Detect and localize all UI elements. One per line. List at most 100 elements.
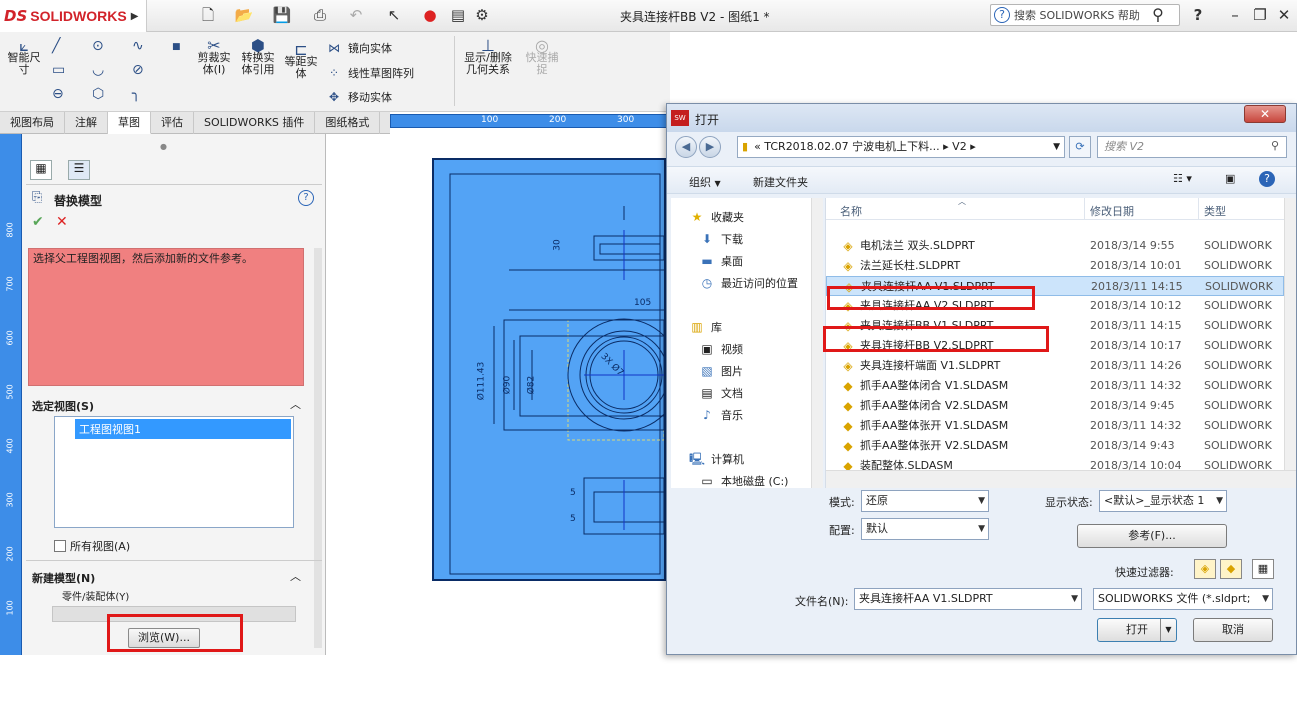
- cancel-x-icon[interactable]: ✕: [56, 214, 68, 230]
- file-list-vscroll[interactable]: [1284, 198, 1296, 470]
- search-icon[interactable]: ⚲: [1148, 5, 1168, 25]
- print-icon[interactable]: ⎙: [310, 5, 330, 25]
- move-entities-button[interactable]: ✥ 移动实体: [326, 89, 392, 105]
- nav-desktop[interactable]: ▬ 桌面: [699, 252, 743, 270]
- chevron-right-icon[interactable]: ▶: [131, 11, 139, 22]
- options-gear-icon[interactable]: ⚙: [472, 5, 492, 25]
- list-item[interactable]: 工程图视图1: [75, 419, 291, 439]
- rectangle-icon[interactable]: ▭: [52, 62, 65, 78]
- nav-local-disk[interactable]: ▭ 本地磁盘 (C:): [699, 472, 788, 490]
- search-icon[interactable]: ⚲: [1271, 139, 1279, 152]
- nav-documents[interactable]: ▤ 文档: [699, 384, 743, 402]
- tab-5[interactable]: 图纸格式: [315, 112, 381, 134]
- rebuild-traffic-light-icon[interactable]: ●: [420, 5, 440, 25]
- undo-icon[interactable]: ↶: [346, 5, 366, 25]
- solidworks-logo[interactable]: DS SOLIDWORKS ▶: [0, 0, 147, 32]
- circle-icon[interactable]: ⊙: [92, 38, 104, 54]
- linear-pattern-button[interactable]: ⁘ 线性草图阵列: [326, 65, 414, 81]
- mirror-entities-button[interactable]: ⋈ 镜向实体: [326, 40, 392, 56]
- file-properties-icon[interactable]: ▤: [448, 5, 468, 25]
- back-arrow-icon[interactable]: ◀: [675, 136, 697, 158]
- chevron-up-icon[interactable]: ︿: [290, 568, 301, 584]
- filter-assemblies-icon[interactable]: ◆: [1220, 559, 1242, 579]
- help-icon[interactable]: ?: [1259, 171, 1275, 187]
- filter-parts-icon[interactable]: ◈: [1194, 559, 1216, 579]
- dimension-90[interactable]: Ø90: [502, 376, 512, 395]
- open-folder-icon[interactable]: 📂: [234, 5, 254, 25]
- open-button[interactable]: 打开 ▼: [1097, 618, 1177, 642]
- filter-drawings-icon[interactable]: ▦: [1252, 559, 1274, 579]
- dialog-search-input[interactable]: 搜索 V2: [1097, 136, 1287, 158]
- display-state-select[interactable]: <默认>_显示状态 1 ▼: [1099, 490, 1227, 512]
- file-row[interactable]: ◆ 抓手AA整体张开 V2.SLDASM 2018/3/14 9:43 SOLIDWO…: [826, 436, 1284, 456]
- file-row[interactable]: ◈ 电机法兰 双头.SLDPRT 2018/3/14 9:55 SOLIDWORK: [826, 236, 1284, 256]
- drawing-sheet[interactable]: 105 30 Ø111.43 Ø90 Ø82 3X Ø7 5 5: [432, 158, 681, 581]
- dimension-30[interactable]: 30: [553, 239, 563, 250]
- chevron-up-icon[interactable]: ︿: [290, 396, 301, 412]
- dimension-5a[interactable]: 5: [570, 488, 576, 498]
- file-row[interactable]: ◆ 抓手AA整体闭合 V1.SLDASM 2018/3/11 14:32 SOLIDW…: [826, 376, 1284, 396]
- close-icon[interactable]: ✕: [1274, 5, 1294, 25]
- select-cursor-icon[interactable]: ↖: [384, 5, 404, 25]
- dimension-5b[interactable]: 5: [570, 514, 576, 524]
- tab-3[interactable]: 评估: [151, 112, 194, 134]
- dialog-close-button[interactable]: ✕: [1244, 105, 1286, 123]
- column-type[interactable]: 类型: [1204, 203, 1226, 219]
- nav-music[interactable]: ♪ 音乐: [699, 406, 743, 424]
- arc-icon[interactable]: ◡: [92, 62, 104, 78]
- file-row[interactable]: ◈ 法兰延长柱.SLDPRT 2018/3/14 10:01 SOLIDWORK: [826, 256, 1284, 276]
- ok-check-icon[interactable]: ✔: [32, 214, 44, 230]
- all-views-checkbox[interactable]: 所有视图(A): [54, 538, 130, 554]
- save-icon[interactable]: 💾: [272, 5, 292, 25]
- file-list-hscroll[interactable]: [826, 470, 1296, 488]
- tab-1[interactable]: 注解: [65, 112, 108, 134]
- nav-libraries[interactable]: ▥ 库: [689, 318, 722, 336]
- config-select[interactable]: 默认 ▼: [861, 518, 989, 540]
- column-date[interactable]: 修改日期: [1090, 203, 1134, 219]
- spline-icon[interactable]: ∿: [132, 38, 144, 54]
- property-manager-tab-icon[interactable]: ☰: [68, 160, 90, 180]
- cancel-button[interactable]: 取消: [1193, 618, 1273, 642]
- column-name[interactable]: 名称: [840, 203, 862, 219]
- nav-favorites[interactable]: ★ 收藏夹: [689, 208, 744, 226]
- new-folder-button[interactable]: 新建文件夹: [753, 174, 808, 190]
- refresh-icon[interactable]: ⟳: [1069, 136, 1091, 158]
- file-row[interactable]: ◆ 抓手AA整体闭合 V2.SLDASM 2018/3/14 9:45 SOLIDWO…: [826, 396, 1284, 416]
- new-document-icon[interactable]: 🗋: [198, 5, 218, 25]
- nav-videos[interactable]: ▣ 视频: [699, 340, 743, 358]
- file-row[interactable]: ◆ 抓手AA整体张开 V1.SLDASM 2018/3/11 14:32 SOLIDW…: [826, 416, 1284, 436]
- feature-manager-tab-icon[interactable]: ▦: [30, 160, 52, 180]
- help-menu-icon[interactable]: ?: [1188, 5, 1208, 25]
- convert-entities-button[interactable]: ⬢ 转换实体引用: [238, 38, 278, 76]
- quick-snaps-button[interactable]: ◎ 快速捕捉: [522, 38, 562, 76]
- offset-entities-button[interactable]: ⊏ 等距实体: [282, 42, 320, 80]
- polygon-icon[interactable]: ⬡: [92, 86, 104, 102]
- chevron-down-icon[interactable]: ▼: [1053, 137, 1060, 157]
- references-button[interactable]: 参考(F)...: [1077, 524, 1227, 548]
- dimension-105[interactable]: 105: [634, 298, 651, 308]
- preview-pane-icon[interactable]: ▣: [1225, 172, 1235, 185]
- tab-0[interactable]: 视图布局: [0, 112, 65, 134]
- nav-downloads[interactable]: ⬇ 下载: [699, 230, 743, 248]
- address-bar[interactable]: ▮ « TCR2018.02.07 宁波电机上下料... ▸ V2 ▸ ▼: [737, 136, 1065, 158]
- filename-input[interactable]: 夹具连接杆AA V1.SLDPRT ▼: [854, 588, 1082, 610]
- tab-4[interactable]: SOLIDWORKS 插件: [194, 112, 316, 134]
- fillet-icon[interactable]: ╮: [132, 86, 140, 102]
- file-row[interactable]: ◈ 夹具连接杆端面 V1.SLDPRT 2018/3/11 14:26 SOLIDWO…: [826, 356, 1284, 376]
- file-type-select[interactable]: SOLIDWORKS 文件 (*.sldprt; ▼: [1093, 588, 1273, 610]
- forward-arrow-icon[interactable]: ▶: [699, 136, 721, 158]
- nav-computer[interactable]: 🖳 计算机: [689, 450, 744, 468]
- show-relations-button[interactable]: ⊥ 显示/删除几何关系: [460, 38, 516, 76]
- smart-dimension-button[interactable]: ⟀ 智能尺寸: [4, 38, 44, 76]
- minimize-icon[interactable]: –: [1225, 5, 1245, 25]
- mode-select[interactable]: 还原 ▼: [861, 490, 989, 512]
- slot-icon[interactable]: ⊖: [52, 86, 64, 102]
- dimension-82[interactable]: Ø82: [526, 376, 536, 395]
- nav-recent[interactable]: ◷ 最近访问的位置: [699, 274, 798, 292]
- panel-scrollbar[interactable]: [314, 248, 322, 648]
- line-icon[interactable]: ╱: [52, 38, 60, 54]
- view-options-icon[interactable]: ☷ ▾: [1173, 172, 1192, 185]
- chevron-down-icon[interactable]: ▼: [1160, 619, 1176, 641]
- dimension-111[interactable]: Ø111.43: [476, 362, 486, 401]
- restore-icon[interactable]: ❐: [1250, 5, 1270, 25]
